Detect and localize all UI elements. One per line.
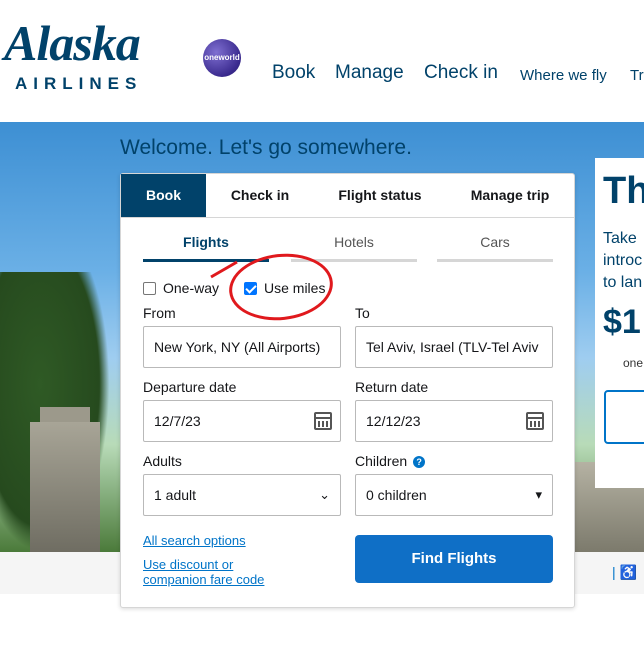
all-search-options-link[interactable]: All search options — [143, 533, 246, 548]
departure-date-input[interactable]: 12/7/23 — [143, 400, 341, 442]
calendar-icon[interactable] — [314, 412, 332, 430]
tab-check-in[interactable]: Check in — [206, 174, 314, 217]
adults-select[interactable]: 1 adult ⌄ — [143, 474, 341, 516]
one-way-checkbox-box[interactable] — [143, 281, 156, 295]
nav-book[interactable]: Book — [272, 62, 315, 84]
return-date-input[interactable]: 12/12/23 — [355, 400, 553, 442]
promo-price: $1 — [603, 303, 641, 341]
one-way-label: One-way — [163, 280, 220, 296]
promo-button[interactable] — [604, 390, 644, 444]
booking-tabs: Book Check in Flight status Manage trip — [121, 174, 574, 218]
children-label-wrap: Children? — [355, 453, 426, 469]
site-header: Alaska AIRLINES oneworld Book Manage Che… — [0, 0, 644, 122]
footer-separator: | — [612, 564, 616, 580]
use-miles-checkbox-box[interactable] — [244, 281, 257, 295]
oneworld-logo: oneworld — [203, 39, 241, 77]
promo-one-way-label: one — [623, 356, 644, 370]
promo-text-line: to lan — [603, 274, 643, 291]
to-label: To — [355, 305, 370, 321]
from-label: From — [143, 305, 176, 321]
one-way-checkbox[interactable]: One-way — [143, 280, 219, 296]
alaska-logo[interactable]: Alaska — [4, 14, 141, 72]
departure-date-value: 12/7/23 — [154, 413, 201, 429]
help-icon[interactable]: ? — [413, 456, 426, 469]
tab-flight-status[interactable]: Flight status — [314, 174, 446, 217]
nav-where-we-fly[interactable]: Where we fly — [520, 67, 607, 84]
calendar-icon[interactable] — [526, 412, 544, 430]
oneworld-logo-label: oneworld — [204, 53, 240, 62]
promo-card: Th Take introc to lan $1 one — [595, 158, 644, 488]
hero-ruin — [30, 422, 100, 552]
adults-value: 1 adult — [154, 487, 197, 503]
adults-label: Adults — [143, 453, 182, 469]
caret-down-icon: ▾ — [535, 487, 542, 502]
promo-restriction-note: *Restric — [603, 460, 644, 472]
wheelchair-icon[interactable]: ♿ — [620, 564, 637, 580]
tab-book[interactable]: Book — [121, 174, 206, 217]
children-value: 0 children — [366, 487, 427, 503]
return-date-value: 12/12/23 — [366, 413, 421, 429]
alaska-logo-subtitle: AIRLINES — [15, 74, 143, 93]
footer-accessibility[interactable]: | ♿ — [612, 564, 637, 581]
departure-date-label: Departure date — [143, 379, 237, 395]
chevron-down-icon: ⌄ — [319, 487, 330, 502]
nav-check-in[interactable]: Check in — [424, 62, 498, 84]
from-input[interactable]: New York, NY (All Airports) — [143, 326, 341, 368]
find-flights-button[interactable]: Find Flights — [355, 535, 553, 583]
welcome-heading: Welcome. Let's go somewhere. — [120, 136, 412, 159]
promo-text: Take introc to lan — [603, 228, 644, 294]
nav-travel-info[interactable]: Tr — [630, 67, 644, 84]
children-label: Children — [355, 453, 408, 469]
return-date-label: Return date — [355, 379, 429, 395]
promo-text-line: Take — [603, 230, 637, 247]
subtab-cars[interactable]: Cars — [437, 234, 553, 262]
use-miles-checkbox[interactable]: Use miles — [244, 280, 325, 296]
to-input[interactable]: Tel Aviv, Israel (TLV-Tel Aviv — [355, 326, 553, 368]
promo-text-line: introc — [603, 252, 643, 269]
tab-manage-trip[interactable]: Manage trip — [446, 174, 574, 217]
booking-widget: Book Check in Flight status Manage trip … — [120, 173, 575, 608]
children-select[interactable]: 0 children ▾ — [355, 474, 553, 516]
nav-manage[interactable]: Manage — [335, 62, 404, 84]
promo-title: Th — [603, 170, 644, 212]
use-miles-label: Use miles — [264, 280, 326, 296]
subtab-flights[interactable]: Flights — [143, 234, 269, 262]
discount-fare-link[interactable]: Use discount or companion fare code — [143, 557, 293, 587]
